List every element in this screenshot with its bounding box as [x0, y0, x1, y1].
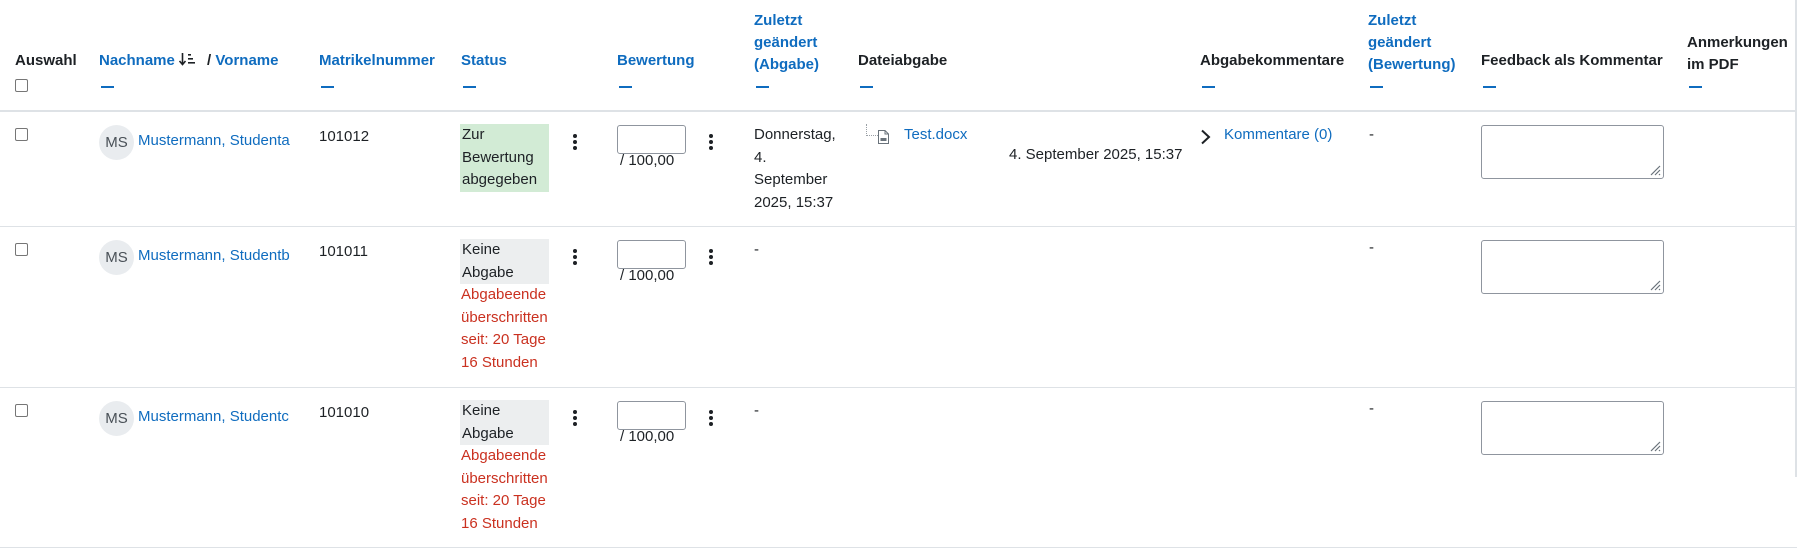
grade-input[interactable]: [617, 125, 686, 154]
feedback-comment-textarea[interactable]: [1481, 240, 1664, 294]
grade-max-label: / 100,00: [620, 152, 675, 169]
column-header-status: Status: [461, 0, 601, 110]
collapse-feedback-column-icon[interactable]: [1483, 86, 1496, 88]
time-submitted-value: -: [754, 402, 759, 419]
grade-input[interactable]: [617, 401, 686, 430]
row-select-checkbox[interactable]: [15, 404, 28, 417]
grading-table: Auswahl Nachname / Vorname Matrikelnumme…: [0, 0, 1797, 548]
select-all-checkbox[interactable]: [15, 79, 28, 92]
avatar: MS: [99, 401, 134, 436]
select-header-label: Auswahl: [15, 52, 77, 69]
sort-grade-link[interactable]: Bewertung: [617, 50, 695, 72]
collapse-annotations-column-icon[interactable]: [1689, 86, 1702, 88]
sort-firstname-link[interactable]: Vorname: [215, 52, 278, 69]
collapse-timemarked-column-icon[interactable]: [1370, 86, 1383, 88]
status-actions-menu-icon[interactable]: [570, 249, 580, 267]
sort-ascending-icon[interactable]: [178, 51, 196, 66]
column-header-idnumber: Matrikelnummer: [319, 0, 449, 110]
collapse-timesubmitted-column-icon[interactable]: [756, 86, 769, 88]
annotations-header-label: Anmerkungen im PDF: [1687, 34, 1788, 73]
collapse-grade-column-icon[interactable]: [619, 86, 632, 88]
column-header-name: Nachname / Vorname: [99, 0, 299, 110]
time-graded-value: -: [1369, 400, 1374, 417]
sort-timesubmitted-link[interactable]: Zuletzt geändert (Abgabe): [754, 10, 844, 76]
overdue-notice: Abgabeende überschritten seit: 20 Tage 1…: [461, 447, 548, 532]
sort-lastname-link[interactable]: Nachname: [99, 52, 175, 69]
feedback-comment-textarea[interactable]: [1481, 125, 1664, 179]
files-header-label: Dateiabgabe: [858, 52, 948, 69]
column-header-annotations: Anmerkungen im PDF: [1687, 0, 1792, 110]
time-graded-value: -: [1369, 126, 1374, 143]
collapse-comments-column-icon[interactable]: [1202, 86, 1215, 88]
idnumber-value: 101011: [319, 243, 368, 260]
collapse-files-column-icon[interactable]: [860, 86, 873, 88]
time-graded-value: -: [1369, 239, 1374, 256]
collapse-status-column-icon[interactable]: [463, 86, 476, 88]
document-file-icon: [878, 130, 889, 144]
row-select-checkbox[interactable]: [15, 128, 28, 141]
column-header-comments: Abgabekommentare: [1200, 0, 1360, 110]
time-submitted-value: Donnerstag, 4. September 2025, 15:37: [754, 126, 836, 211]
table-header-row: Auswahl Nachname / Vorname Matrikelnumme…: [0, 0, 1797, 112]
avatar: MS: [99, 125, 134, 160]
sort-status-link[interactable]: Status: [461, 50, 507, 72]
grade-actions-menu-icon[interactable]: [706, 249, 716, 267]
grade-input[interactable]: [617, 240, 686, 269]
comments-header-label: Abgabekommentare: [1200, 52, 1345, 69]
overdue-notice: Abgabeende überschritten seit: 20 Tage 1…: [461, 286, 548, 371]
name-header: Nachname / Vorname: [99, 50, 278, 72]
table-row: MS Mustermann, Studentc 101010 Keine Abg…: [0, 388, 1797, 548]
sort-idnumber-link[interactable]: Matrikelnummer: [319, 50, 435, 72]
submission-file-link[interactable]: Test.docx: [904, 126, 967, 143]
resize-grip-icon[interactable]: [1649, 440, 1661, 452]
column-header-feedback: Feedback als Kommentar: [1481, 0, 1671, 110]
row-select-checkbox[interactable]: [15, 243, 28, 256]
grade-max-label: / 100,00: [620, 267, 675, 284]
time-submitted-value: -: [754, 241, 759, 258]
grade-max-label: / 100,00: [620, 428, 675, 445]
student-name-link[interactable]: Mustermann, Studentc: [138, 408, 289, 425]
name-separator: /: [207, 52, 212, 69]
grade-actions-menu-icon[interactable]: [706, 410, 716, 428]
column-header-grade: Bewertung: [617, 0, 737, 110]
file-date-value: 4. September 2025, 15:37: [1009, 146, 1183, 163]
table-row: MS Mustermann, Studentb 101011 Keine Abg…: [0, 227, 1797, 388]
table-row: MS Mustermann, Studenta 101012 Zur Bewer…: [0, 112, 1797, 227]
collapse-name-column-icon[interactable]: [101, 86, 114, 88]
idnumber-value: 101012: [319, 128, 370, 145]
status-badge: Keine Abgabe: [460, 239, 549, 284]
resize-grip-icon[interactable]: [1649, 279, 1661, 291]
feedback-header-label: Feedback als Kommentar: [1481, 52, 1663, 69]
comments-link[interactable]: Kommentare (0): [1224, 126, 1332, 143]
status-actions-menu-icon[interactable]: [570, 134, 580, 152]
idnumber-value: 101010: [319, 404, 370, 421]
status-badge: Keine Abgabe: [460, 400, 549, 445]
resize-grip-icon[interactable]: [1649, 164, 1661, 176]
collapse-idnumber-column-icon[interactable]: [321, 86, 334, 88]
sort-timemarked-link[interactable]: Zuletzt geändert (Bewertung): [1368, 10, 1468, 76]
student-name-link[interactable]: Mustermann, Studentb: [138, 247, 290, 264]
column-header-select: Auswahl: [15, 0, 85, 110]
file-tree-connector: [866, 124, 878, 136]
column-header-timesubmitted: Zuletzt geändert (Abgabe): [754, 0, 844, 110]
avatar: MS: [99, 240, 134, 275]
column-header-files: Dateiabgabe: [858, 0, 1178, 110]
status-badge: Zur Bewertung abgegeben: [460, 124, 549, 192]
status-actions-menu-icon[interactable]: [570, 410, 580, 428]
column-header-timemarked: Zuletzt geändert (Bewertung): [1368, 0, 1468, 110]
grade-actions-menu-icon[interactable]: [706, 134, 716, 152]
feedback-comment-textarea[interactable]: [1481, 401, 1664, 455]
student-name-link[interactable]: Mustermann, Studenta: [138, 132, 290, 149]
chevron-right-icon[interactable]: [1199, 129, 1213, 145]
